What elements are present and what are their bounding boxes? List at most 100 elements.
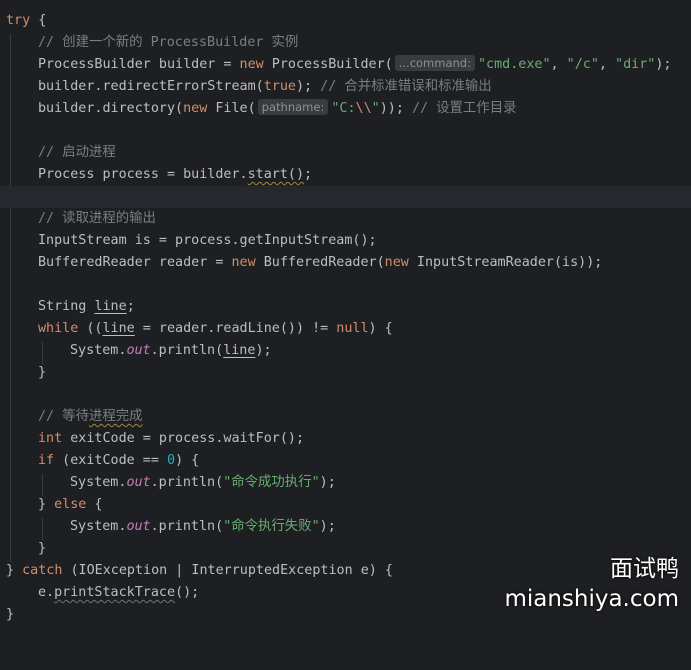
variable-line: line [94, 299, 127, 314]
code-line[interactable]: // 读取进程的输出 [0, 208, 691, 230]
code-text: .println( [150, 475, 224, 490]
variable-line: line [102, 321, 135, 336]
code-line[interactable]: builder.redirectErrorStream(true); // 合并… [0, 76, 691, 98]
code-comment: // 设置工作目录 [411, 101, 517, 116]
parameter-hint: pathname: [257, 99, 329, 115]
code-text: BufferedReader( [255, 255, 385, 270]
code-line[interactable]: try { [0, 10, 691, 32]
code-line[interactable]: InputStream is = process.getInputStream(… [0, 230, 691, 252]
code-comment: 进程完成 [88, 409, 143, 424]
code-text: ); [319, 475, 336, 490]
code-text: System. [70, 343, 127, 358]
code-text: ); [295, 79, 321, 94]
code-text: System. [70, 475, 127, 490]
code-text: (exitCode == [54, 453, 167, 468]
code-text: } [6, 607, 15, 622]
number-literal: 0 [167, 453, 176, 468]
code-text: .println( [150, 343, 224, 358]
code-line[interactable]: if (exitCode == 0) { [0, 450, 691, 472]
string-literal: "C: [331, 101, 356, 116]
code-line[interactable]: // 创建一个新的 ProcessBuilder 实例 [0, 32, 691, 54]
code-line[interactable]: // 启动进程 [0, 142, 691, 164]
code-text: ); [319, 519, 336, 534]
string-literal: "cmd.exe" [477, 57, 551, 72]
code-text: { [30, 13, 47, 28]
code-text: )); [379, 101, 412, 116]
code-text: (( [78, 321, 103, 336]
code-line[interactable]: String line; [0, 296, 691, 318]
code-text: builder.redirectErrorStream( [38, 79, 264, 94]
watermark: 面试鸭 mianshiya.com [504, 554, 679, 614]
code-comment: // 启动进程 [38, 145, 116, 160]
code-text: .println( [150, 519, 224, 534]
code-editor[interactable]: try { // 创建一个新的 ProcessBuilder 实例 Proces… [0, 0, 691, 624]
code-text: } [38, 541, 47, 556]
code-line[interactable]: System.out.println("命令执行失败"); [0, 516, 691, 538]
watermark-brand: 面试鸭 [610, 556, 679, 582]
string-literal: "dir" [615, 57, 656, 72]
keyword-true: true [263, 79, 296, 94]
code-text: ); [655, 57, 672, 72]
keyword-new: new [239, 57, 264, 72]
keyword-new: new [231, 255, 256, 270]
keyword-catch: catch [22, 563, 63, 578]
parameter-hint: ...command: [394, 55, 475, 71]
keyword-null: null [336, 321, 369, 336]
code-line[interactable]: builder.directory(new File(pathname: "C:\… [0, 98, 691, 120]
code-text: = reader.readLine()) != [134, 321, 337, 336]
keyword-int: int [38, 431, 63, 446]
code-text: , [598, 57, 616, 72]
string-literal: "/c" [566, 57, 599, 72]
watermark-domain: mianshiya.com [504, 586, 679, 612]
code-text: (); [175, 585, 200, 600]
code-text: File( [207, 101, 256, 116]
string-literal: "命令执行失败" [223, 519, 320, 534]
code-line[interactable]: } else { [0, 494, 691, 516]
code-text: ) { [175, 453, 200, 468]
code-text: System. [70, 519, 127, 534]
code-text: exitCode = process.waitFor(); [62, 431, 305, 446]
code-line[interactable]: while ((line = reader.readLine()) != nul… [0, 318, 691, 340]
code-text: , [550, 57, 567, 72]
code-line[interactable]: int exitCode = process.waitFor(); [0, 428, 691, 450]
keyword-while: while [38, 321, 79, 336]
string-literal: " [371, 101, 380, 116]
code-text: ProcessBuilder( [263, 57, 393, 72]
code-line[interactable]: ProcessBuilder builder = new ProcessBuil… [0, 54, 691, 76]
code-text: ; [126, 299, 135, 314]
code-text: (IOException | InterruptedException e) { [62, 563, 393, 578]
code-text: ProcessBuilder builder = [38, 57, 240, 72]
code-line[interactable]: BufferedReader reader = new BufferedRead… [0, 252, 691, 274]
code-text: ); [255, 343, 272, 358]
code-comment: // 创建一个新的 ProcessBuilder 实例 [38, 35, 299, 50]
code-text: String [38, 299, 95, 314]
current-line-highlight[interactable] [0, 186, 691, 208]
code-text: Process process = builder. [38, 167, 248, 182]
static-field-out: out [126, 519, 151, 534]
code-text: e. [38, 585, 55, 600]
keyword-if: if [38, 453, 55, 468]
code-text: } [6, 563, 23, 578]
code-text: ) { [368, 321, 393, 336]
variable-line: line [223, 343, 256, 358]
code-text: BufferedReader reader = [38, 255, 232, 270]
code-line[interactable]: } [0, 362, 691, 384]
escape-sequence: \\ [355, 101, 372, 116]
method-call-printstacktrace: printStackTrace [54, 585, 176, 600]
code-text: ; [304, 167, 313, 182]
code-line[interactable]: System.out.println(line); [0, 340, 691, 362]
code-line[interactable]: Process process = builder.start(); [0, 164, 691, 186]
method-call-start: start() [247, 167, 305, 182]
code-text: } [38, 365, 47, 380]
code-text: InputStreamReader(is)); [408, 255, 603, 270]
code-line[interactable]: // 等待进程完成 [0, 406, 691, 428]
string-literal: "命令成功执行" [223, 475, 320, 490]
code-line[interactable]: System.out.println("命令成功执行"); [0, 472, 691, 494]
code-comment: // 读取进程的输出 [38, 211, 156, 226]
static-field-out: out [126, 343, 151, 358]
keyword-new: new [384, 255, 409, 270]
static-field-out: out [126, 475, 151, 490]
code-comment: // 等待 [38, 409, 89, 424]
code-text: InputStream is = process.getInputStream(… [38, 233, 377, 248]
code-text: { [86, 497, 103, 512]
